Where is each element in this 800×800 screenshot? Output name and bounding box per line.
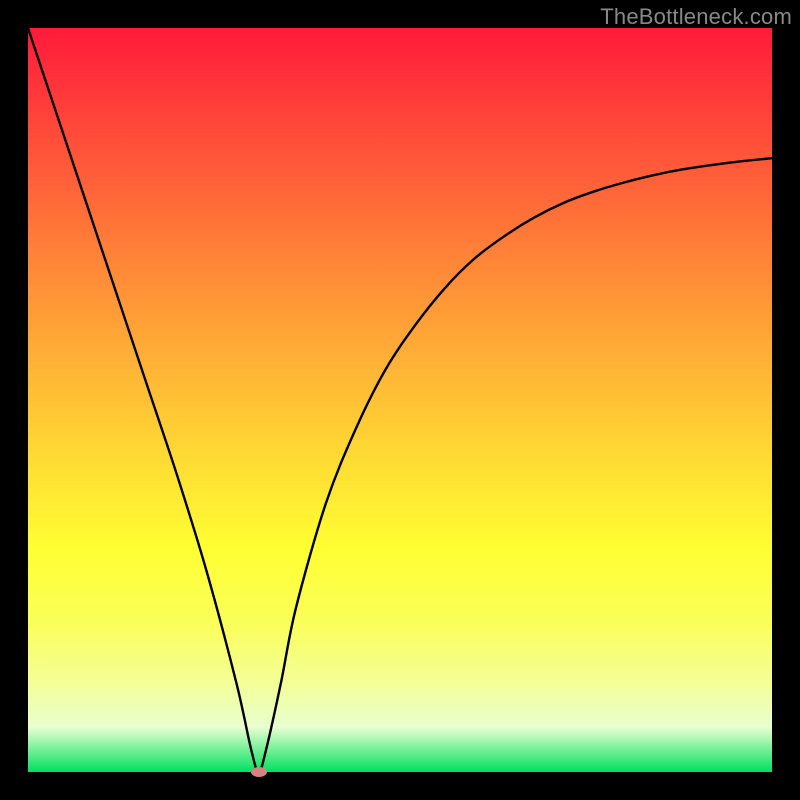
optimal-point-marker (251, 767, 267, 777)
bottleneck-curve-path (28, 28, 772, 772)
chart-area (28, 28, 772, 772)
bottleneck-curve-svg (28, 28, 772, 772)
watermark-text: TheBottleneck.com (600, 4, 792, 30)
